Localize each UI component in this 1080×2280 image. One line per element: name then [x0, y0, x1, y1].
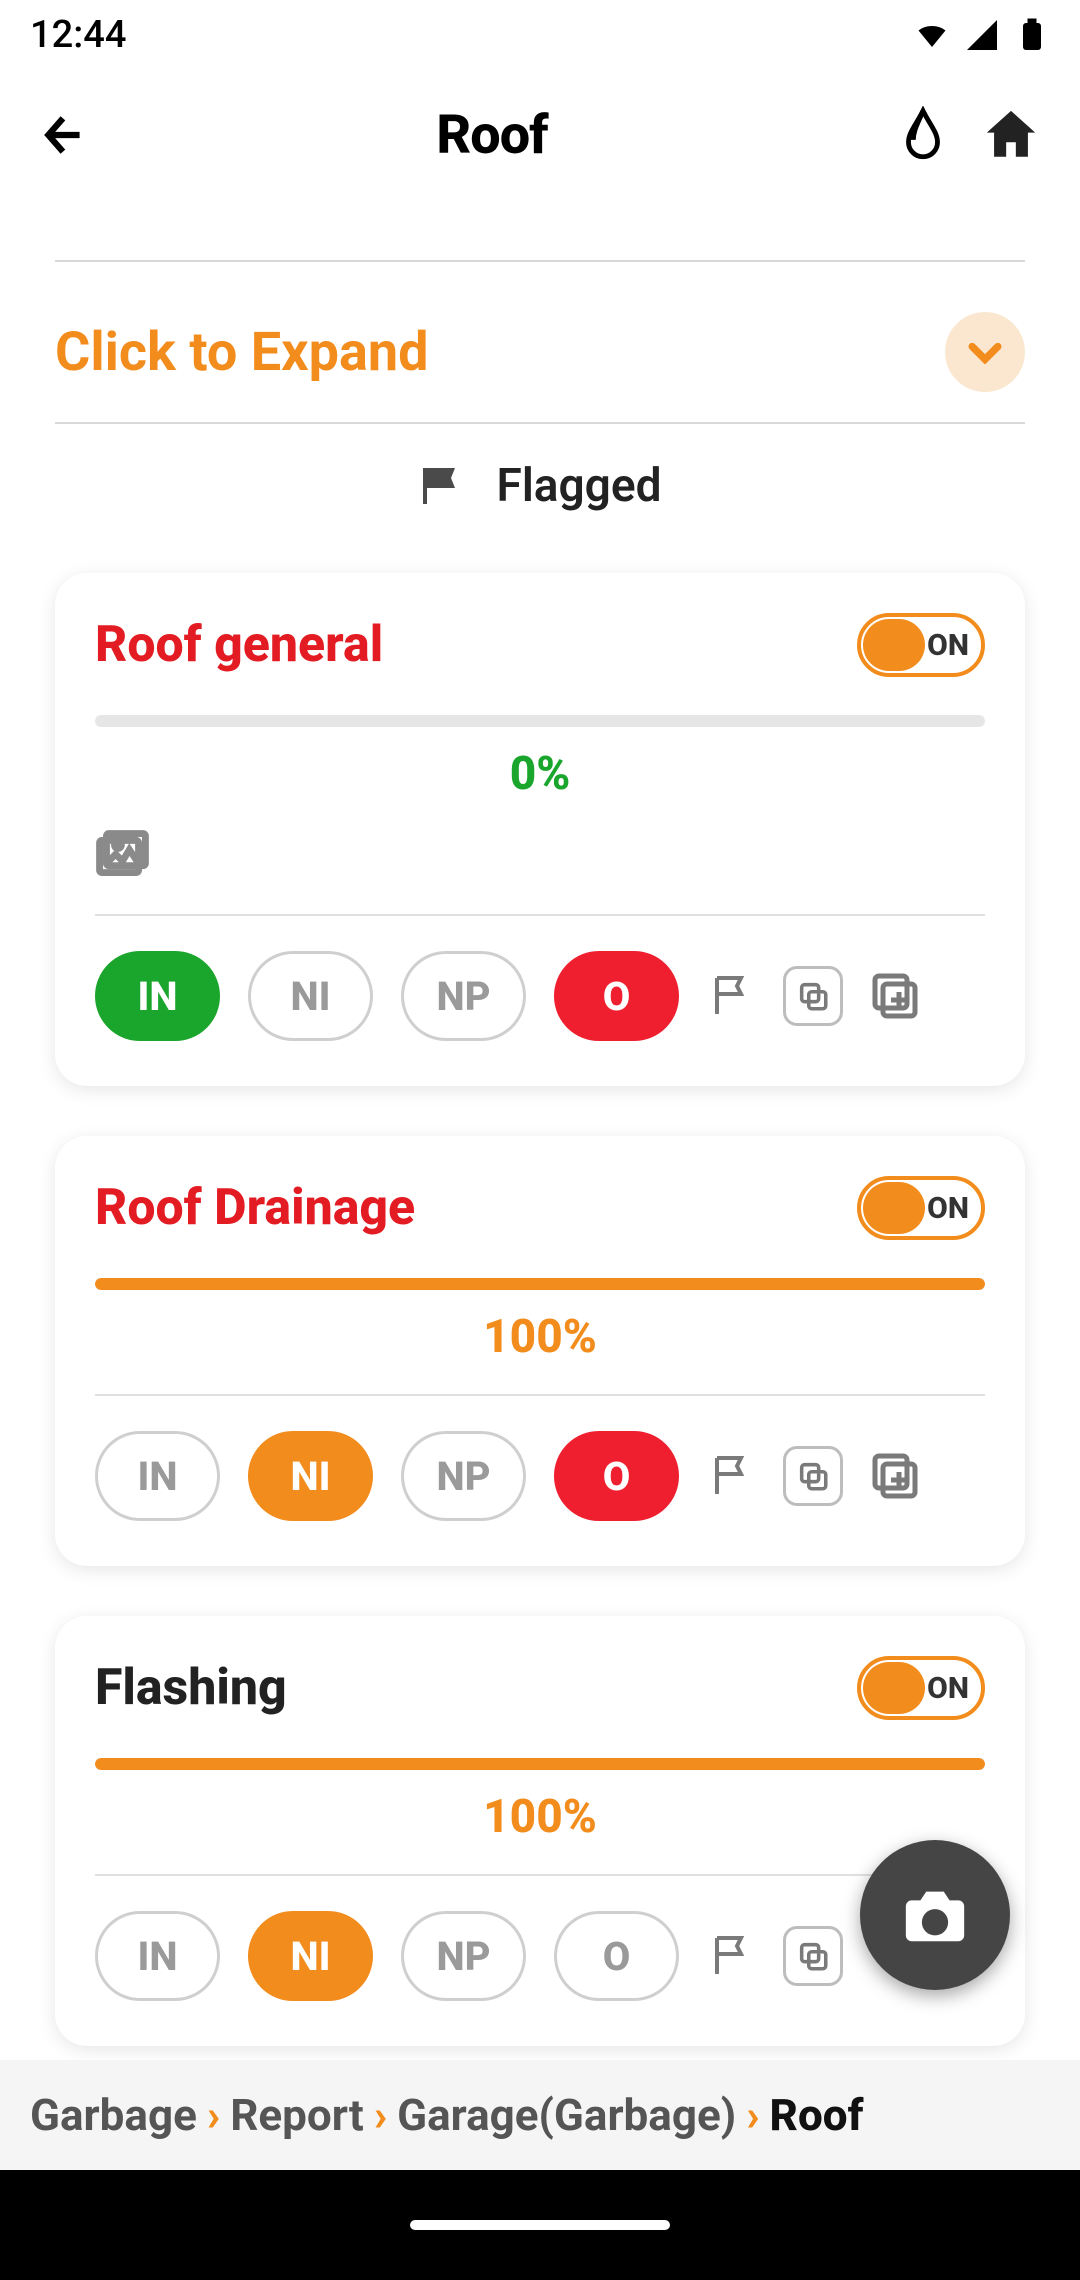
toggle-label: ON — [927, 628, 969, 663]
chevron-right-icon: › — [370, 2089, 391, 2141]
card-title: Roof Drainage — [95, 1179, 415, 1237]
expand-button[interactable] — [945, 312, 1025, 392]
drop-icon[interactable] — [894, 106, 952, 164]
breadcrumb-item[interactable]: Garage(Garbage) — [397, 2089, 736, 2141]
progress-bar — [95, 1278, 985, 1290]
item-card: Roof general ON 0% IN NI NP O — [55, 573, 1025, 1086]
status-pill-np[interactable]: NP — [401, 951, 526, 1041]
expand-label: Click to Expand — [55, 321, 429, 384]
add-box-icon[interactable] — [871, 1452, 919, 1500]
copy-icon[interactable] — [783, 1446, 843, 1506]
progress-label: 100% — [95, 1310, 985, 1364]
status-pill-in[interactable]: IN — [95, 951, 220, 1041]
flag-filled-icon — [419, 462, 467, 510]
progress-label: 0% — [95, 747, 985, 801]
flag-outline-icon[interactable] — [707, 1452, 755, 1500]
copy-icon[interactable] — [783, 966, 843, 1026]
card-title: Roof general — [95, 616, 383, 674]
status-pill-ni[interactable]: NI — [248, 1431, 373, 1521]
flag-outline-icon[interactable] — [707, 972, 755, 1020]
chevron-right-icon: › — [742, 2089, 763, 2141]
wifi-icon — [914, 17, 950, 53]
app-header: Roof — [0, 70, 1080, 200]
home-icon[interactable] — [982, 106, 1040, 164]
progress-label: 100% — [95, 1790, 985, 1844]
page-title: Roof — [90, 104, 894, 167]
flagged-row: Flagged — [55, 424, 1025, 573]
chevron-down-icon — [963, 330, 1007, 374]
status-pill-in[interactable]: IN — [95, 1431, 220, 1521]
chevron-right-icon: › — [203, 2089, 224, 2141]
flagged-label: Flagged — [497, 459, 662, 513]
breadcrumb: Garbage › Report › Garage(Garbage) › Roo… — [0, 2060, 1080, 2170]
image-placeholder-icon[interactable] — [95, 829, 150, 884]
toggle-label: ON — [927, 1671, 969, 1706]
status-pill-o[interactable]: O — [554, 951, 679, 1041]
progress-bar — [95, 715, 985, 727]
status-time: 12:44 — [30, 13, 126, 57]
flag-outline-icon[interactable] — [707, 1932, 755, 1980]
add-box-icon[interactable] — [871, 972, 919, 1020]
nav-handle[interactable] — [410, 2220, 670, 2230]
card-title: Flashing — [95, 1659, 287, 1717]
status-pill-o[interactable]: O — [554, 1431, 679, 1521]
back-icon[interactable] — [40, 110, 90, 160]
camera-fab[interactable] — [860, 1840, 1010, 1990]
status-pill-np[interactable]: NP — [401, 1911, 526, 2001]
card-toggle[interactable]: ON — [857, 1656, 985, 1720]
toggle-label: ON — [927, 1191, 969, 1226]
breadcrumb-current: Roof — [770, 2089, 864, 2141]
status-pill-ni[interactable]: NI — [248, 1911, 373, 2001]
card-toggle[interactable]: ON — [857, 613, 985, 677]
status-pill-ni[interactable]: NI — [248, 951, 373, 1041]
breadcrumb-item[interactable]: Report — [230, 2089, 364, 2141]
progress-bar — [95, 1758, 985, 1770]
status-pill-o[interactable]: O — [554, 1911, 679, 2001]
signal-icon — [964, 17, 1000, 53]
card-toggle[interactable]: ON — [857, 1176, 985, 1240]
breadcrumb-item[interactable]: Garbage — [30, 2089, 197, 2141]
item-card: Roof Drainage ON 100% IN NI NP O — [55, 1136, 1025, 1566]
status-pill-np[interactable]: NP — [401, 1431, 526, 1521]
camera-icon — [900, 1880, 970, 1950]
battery-icon — [1014, 17, 1050, 53]
copy-icon[interactable] — [783, 1926, 843, 1986]
item-card: Flashing ON 100% IN NI NP O — [55, 1616, 1025, 2046]
android-nav-bar — [0, 2170, 1080, 2280]
status-pill-in[interactable]: IN — [95, 1911, 220, 2001]
expand-bar[interactable]: Click to Expand — [55, 302, 1025, 424]
status-icons — [914, 17, 1050, 53]
status-bar: 12:44 — [0, 0, 1080, 70]
